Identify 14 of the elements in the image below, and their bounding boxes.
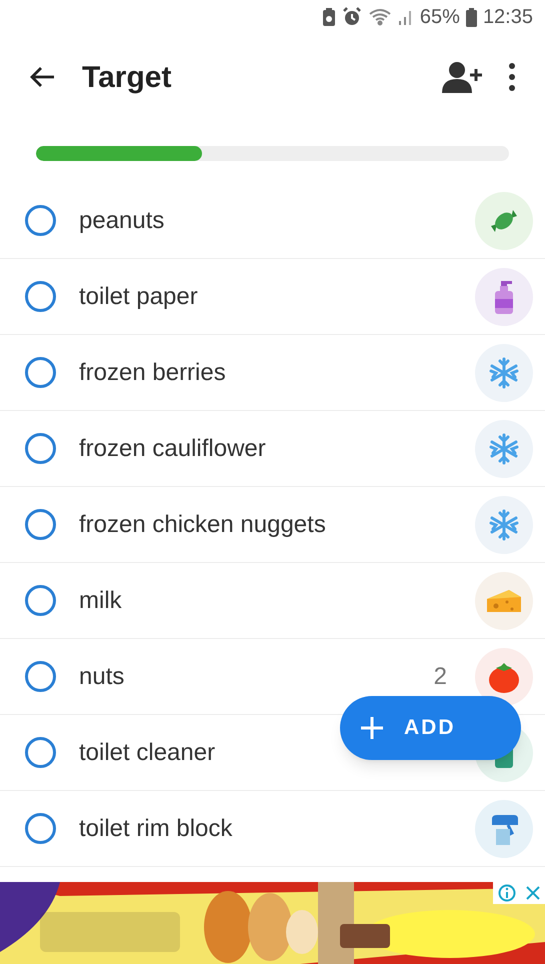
- item-name: toilet cleaner: [79, 738, 216, 768]
- item-name: frozen berries: [79, 358, 226, 388]
- item-name: toilet paper: [79, 282, 198, 312]
- item-name: frozen cauliflower: [79, 434, 266, 464]
- item-name: frozen chicken nuggets: [79, 510, 326, 540]
- list-title: Target: [82, 60, 172, 96]
- add-button[interactable]: ADD: [340, 696, 521, 760]
- item-name: milk: [79, 586, 122, 616]
- battery-percent: 65%: [420, 5, 460, 30]
- item-quantity: 2: [434, 662, 447, 692]
- item-name: toilet rim block: [79, 814, 232, 844]
- clock-time: 12:35: [482, 5, 533, 30]
- item-name: peanuts: [79, 206, 164, 236]
- item-name: nuts: [79, 662, 124, 692]
